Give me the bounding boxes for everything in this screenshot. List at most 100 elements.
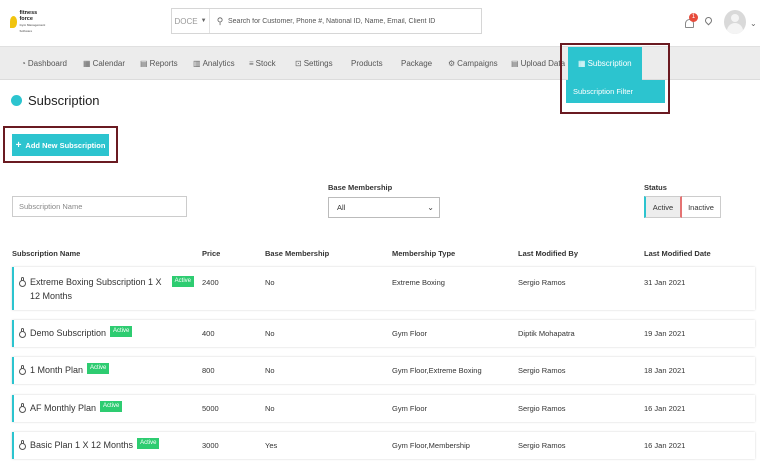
status-active-button[interactable]: Active (644, 196, 682, 218)
modified-by-cell: Diptik Mohapatra (518, 329, 575, 338)
notification-bell[interactable]: 1 (684, 13, 698, 30)
subscription-name-cell: Demo Subscription Active (18, 326, 133, 340)
annotation-highlight-box (560, 43, 670, 114)
modified-date-cell: 31 Jan 2021 (644, 278, 686, 287)
nav-item-dashboard[interactable]: ◔ Dashboard (21, 47, 67, 80)
annotation-highlight-box (3, 126, 118, 163)
subscription-name[interactable]: Basic Plan 1 X 12 Months (30, 438, 133, 452)
modified-date-cell: 18 Jan 2021 (644, 366, 686, 375)
column-header-base-membership: Base Membership (265, 249, 330, 258)
status-badge: Active (137, 438, 160, 449)
modified-date-cell: 19 Jan 2021 (644, 329, 686, 338)
base-membership-label: Base Membership (328, 183, 393, 192)
modified-by-cell: Sergio Ramos (518, 404, 566, 413)
modified-by-cell: Sergio Ramos (518, 366, 566, 375)
table-row[interactable]: AF Monthly Plan Active 5000 No Gym Floor… (12, 395, 755, 422)
page-title-dot (11, 95, 22, 106)
page-title: Subscription (28, 93, 100, 108)
status-inactive-button[interactable]: Inactive (682, 196, 721, 218)
chevron-down-icon[interactable]: ⌄ (750, 19, 757, 28)
search-input[interactable] (228, 17, 478, 25)
price-cell: 2400 (202, 278, 219, 287)
user-avatar[interactable] (724, 10, 746, 34)
subscription-name[interactable]: 1 Month Plan (30, 363, 83, 377)
table-row[interactable]: Demo Subscription Active 400 No Gym Floo… (12, 320, 755, 347)
modified-by-cell: Sergio Ramos (518, 441, 566, 450)
base-membership-cell: No (265, 366, 275, 375)
subscription-name[interactable]: Demo Subscription (30, 326, 106, 340)
price-cell: 800 (202, 366, 215, 375)
subscription-name-cell: Basic Plan 1 X 12 Months Active (18, 438, 160, 452)
nav-item-analytics[interactable]: ▥ Analytics (193, 47, 235, 80)
table-row[interactable]: Extreme Boxing Subscription 1 X 12 Month… (12, 267, 755, 310)
app-logo[interactable]: fitness force Gym Management Software (10, 10, 52, 33)
column-header-price: Price (202, 249, 221, 258)
database-icon: ▤ (511, 59, 519, 68)
membership-type-cell: Gym Floor,Membership (392, 441, 470, 450)
modified-by-cell: Sergio Ramos (518, 278, 566, 287)
column-header-last-modified-date: Last Modified Date (644, 249, 711, 258)
base-membership-cell: No (265, 404, 275, 413)
caret-down-icon: ▼ (200, 18, 207, 24)
search-scope-select[interactable]: DOCE ▼ (172, 9, 210, 33)
status-toggle: Active Inactive (644, 196, 721, 218)
nav-item-settings[interactable]: ⊡ Settings (295, 47, 333, 80)
search-icon: ⚲ (216, 15, 224, 26)
status-label: Status (644, 183, 667, 192)
nav-item-products[interactable]: Products (351, 47, 383, 80)
membership-type-cell: Extreme Boxing (392, 278, 445, 287)
base-membership-cell: No (265, 329, 275, 338)
table-row[interactable]: 1 Month Plan Active 800 No Gym Floor,Ext… (12, 357, 755, 384)
nav-item-stock[interactable]: ≡ Stock (249, 47, 276, 80)
nav-item-reports[interactable]: ▤ Reports (140, 47, 178, 80)
subscription-name[interactable]: AF Monthly Plan (30, 401, 96, 415)
nav-item-upload-data[interactable]: ▤ Upload Data (511, 47, 565, 80)
subscription-icon (18, 277, 26, 287)
subscription-name-cell: AF Monthly Plan Active (18, 401, 123, 415)
subscription-icon (18, 328, 26, 338)
logo-subtitle: Gym Management Software (19, 23, 46, 33)
base-membership-cell: No (265, 278, 275, 287)
status-badge: Active (87, 363, 110, 374)
settings-icon: ⊡ (295, 59, 302, 68)
base-membership-cell: Yes (265, 441, 278, 450)
top-bar: fitness force Gym Management Software DO… (0, 0, 760, 46)
status-badge: Active (110, 326, 133, 337)
nav-item-package[interactable]: Package (401, 47, 432, 80)
bar-chart-icon: ▥ (193, 59, 201, 68)
base-membership-value: All (337, 203, 346, 212)
membership-type-cell: Gym Floor (392, 404, 428, 413)
search-scope-value: DOCE (174, 16, 198, 26)
global-search: DOCE ▼ ⚲ (171, 8, 482, 34)
subscription-name-input[interactable] (12, 196, 187, 217)
chevron-down-icon: ⌄ (427, 203, 434, 212)
status-badge: Active (100, 401, 123, 412)
column-header-membership-type: Membership Type (392, 249, 456, 258)
nav-item-campaigns[interactable]: ⚙ Campaigns (448, 47, 498, 80)
logo-mark (10, 16, 18, 28)
gear-icon: ⚙ (448, 59, 456, 68)
subscription-icon (18, 440, 26, 450)
subscription-name-cell: 1 Month Plan Active (18, 363, 110, 377)
subscription-name[interactable]: Extreme Boxing Subscription 1 X 12 Month… (30, 277, 162, 301)
report-icon: ▤ (140, 59, 148, 68)
location-pin-icon[interactable] (703, 15, 714, 27)
subscription-name-cell: Extreme Boxing Subscription 1 X 12 Month… (18, 275, 194, 303)
notification-count-badge: 1 (689, 13, 698, 22)
price-cell: 400 (202, 329, 215, 338)
logo-text: fitness force (19, 10, 38, 22)
column-header-name: Subscription Name (12, 249, 81, 258)
membership-type-cell: Gym Floor (392, 329, 428, 338)
subscription-icon (18, 365, 26, 375)
modified-date-cell: 16 Jan 2021 (644, 404, 686, 413)
table-row[interactable]: Basic Plan 1 X 12 Months Active 3000 Yes… (12, 432, 755, 459)
column-header-last-modified-by: Last Modified By (518, 249, 579, 258)
dashboard-icon: ◔ (21, 59, 26, 68)
nav-item-calendar[interactable]: ▦ Calendar (83, 47, 125, 80)
base-membership-select[interactable]: All ⌄ (328, 197, 440, 218)
subscription-icon (18, 403, 26, 413)
modified-date-cell: 16 Jan 2021 (644, 441, 686, 450)
calendar-icon: ▦ (83, 59, 91, 68)
list-icon: ≡ (249, 59, 254, 68)
membership-type-cell: Gym Floor,Extreme Boxing (392, 366, 482, 375)
